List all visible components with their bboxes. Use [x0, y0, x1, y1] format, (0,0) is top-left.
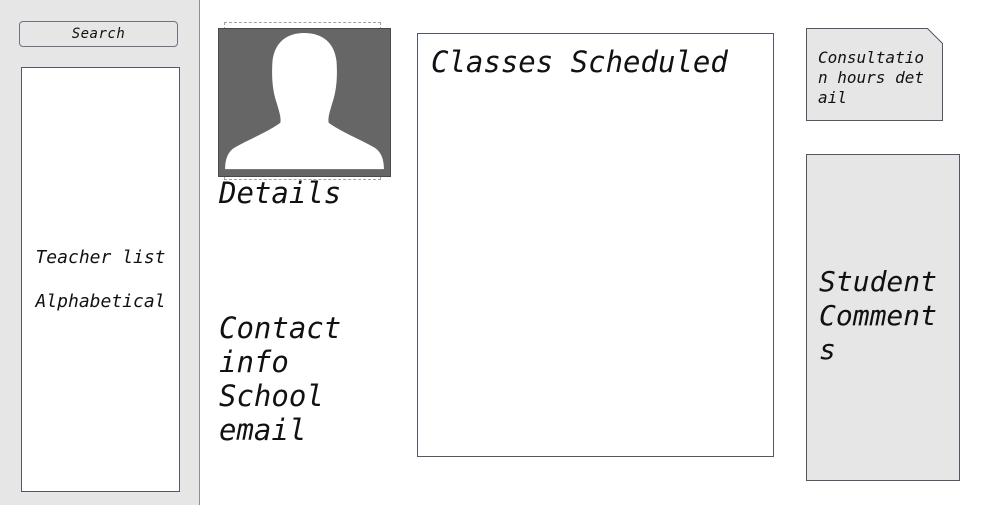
- search-button-label: Search: [71, 26, 126, 42]
- sidebar: Search Teacher list Alphabetical: [0, 0, 200, 505]
- avatar-silhouette: [225, 32, 384, 170]
- teacher-list-title: Teacher list: [35, 246, 166, 268]
- teacher-list-sort: Alphabetical: [35, 290, 166, 312]
- person-placeholder-icon[interactable]: [218, 28, 391, 177]
- student-comments-panel[interactable]: Student Comments: [806, 154, 960, 481]
- student-comments-text: Student Comments: [819, 265, 938, 366]
- classes-scheduled-title: Classes Scheduled: [431, 45, 728, 79]
- consultation-hours-note[interactable]: Consultation hours detail: [806, 28, 943, 121]
- classes-scheduled-panel[interactable]: Classes Scheduled: [417, 33, 774, 457]
- teacher-list[interactable]: Teacher list Alphabetical: [21, 67, 180, 492]
- contact-info-label: Contact info School email: [219, 311, 342, 447]
- details-label: Details: [219, 176, 342, 210]
- consultation-hours-text: Consultation hours detail: [818, 48, 924, 107]
- search-button[interactable]: Search: [19, 21, 178, 47]
